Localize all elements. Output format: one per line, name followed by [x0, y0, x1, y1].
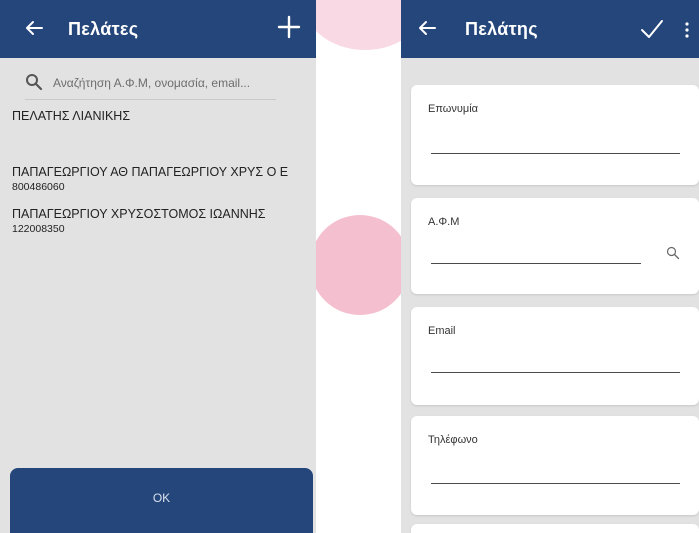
ok-button[interactable]: OK — [10, 468, 313, 533]
afm-field[interactable] — [431, 240, 641, 262]
search-bar — [25, 70, 276, 100]
customer-form-screen: Πελάτης Επωνυμία Α.Φ.Μ Email Τηλέφωνο — [401, 0, 699, 533]
more-vert-icon[interactable] — [683, 22, 691, 40]
check-icon[interactable] — [639, 18, 665, 40]
field-card-phone: Τηλέφωνο — [411, 416, 699, 515]
list-item[interactable]: ΠΑΠΑΓΕΩΡΓΙΟΥ ΑΘ ΠΑΠΑΓΕΩΡΓΙΟΥ ΧΡΥΣ Ο Ε 80… — [12, 164, 312, 194]
field-label: Επωνυμία — [428, 103, 479, 115]
search-icon[interactable] — [666, 246, 680, 260]
list-item[interactable]: ΠΕΛΑΤΗΣ ΛΙΑΝΙΚΗΣ — [12, 108, 312, 124]
field-underline — [431, 263, 641, 264]
customer-name: ΠΑΠΑΓΕΩΡΓΙΟΥ ΧΡΥΣΟΣΤΟΜΟΣ ΙΩΑΝΝΗΣ — [12, 207, 266, 221]
add-customer-icon[interactable] — [276, 14, 302, 40]
phone-field[interactable] — [431, 460, 680, 482]
customer-afm: 122008350 — [12, 223, 65, 235]
customer-name: ΠΑΠΑΓΕΩΡΓΙΟΥ ΑΘ ΠΑΠΑΓΕΩΡΓΙΟΥ ΧΡΥΣ Ο Ε — [12, 165, 289, 179]
name-field[interactable] — [431, 129, 680, 151]
search-icon — [25, 73, 43, 91]
customers-screen: Πελάτες ΠΕΛΑΤΗΣ ΛΙΑΝΙΚΗΣ ΠΑΠΑΓΕΩΡΓΙΟΥ ΑΘ… — [0, 0, 316, 533]
field-card — [411, 524, 699, 533]
search-input[interactable] — [53, 72, 273, 94]
field-underline — [431, 483, 680, 484]
field-underline — [431, 372, 680, 373]
decorative-blob — [310, 215, 410, 315]
page-title: Πελάτης — [465, 19, 538, 39]
customer-name: ΠΕΛΑΤΗΣ ΛΙΑΝΙΚΗΣ — [12, 109, 131, 123]
list-item[interactable]: ΠΑΠΑΓΕΩΡΓΙΟΥ ΧΡΥΣΟΣΤΟΜΟΣ ΙΩΑΝΝΗΣ 1220083… — [12, 206, 312, 236]
customer-afm: 800486060 — [12, 181, 65, 193]
email-field[interactable] — [431, 349, 680, 371]
back-arrow-icon[interactable] — [415, 16, 439, 40]
field-card-email: Email — [411, 307, 699, 405]
app-bar: Πελάτες — [0, 0, 316, 58]
field-card-name: Επωνυμία — [411, 85, 699, 185]
field-label: Τηλέφωνο — [428, 434, 478, 446]
field-card-afm: Α.Φ.Μ — [411, 198, 699, 294]
field-underline — [431, 153, 680, 154]
back-arrow-icon[interactable] — [22, 16, 46, 40]
field-label: Email — [428, 325, 456, 337]
app-bar: Πελάτης — [401, 0, 699, 58]
page-title: Πελάτες — [68, 19, 139, 39]
field-label: Α.Φ.Μ — [428, 216, 460, 228]
